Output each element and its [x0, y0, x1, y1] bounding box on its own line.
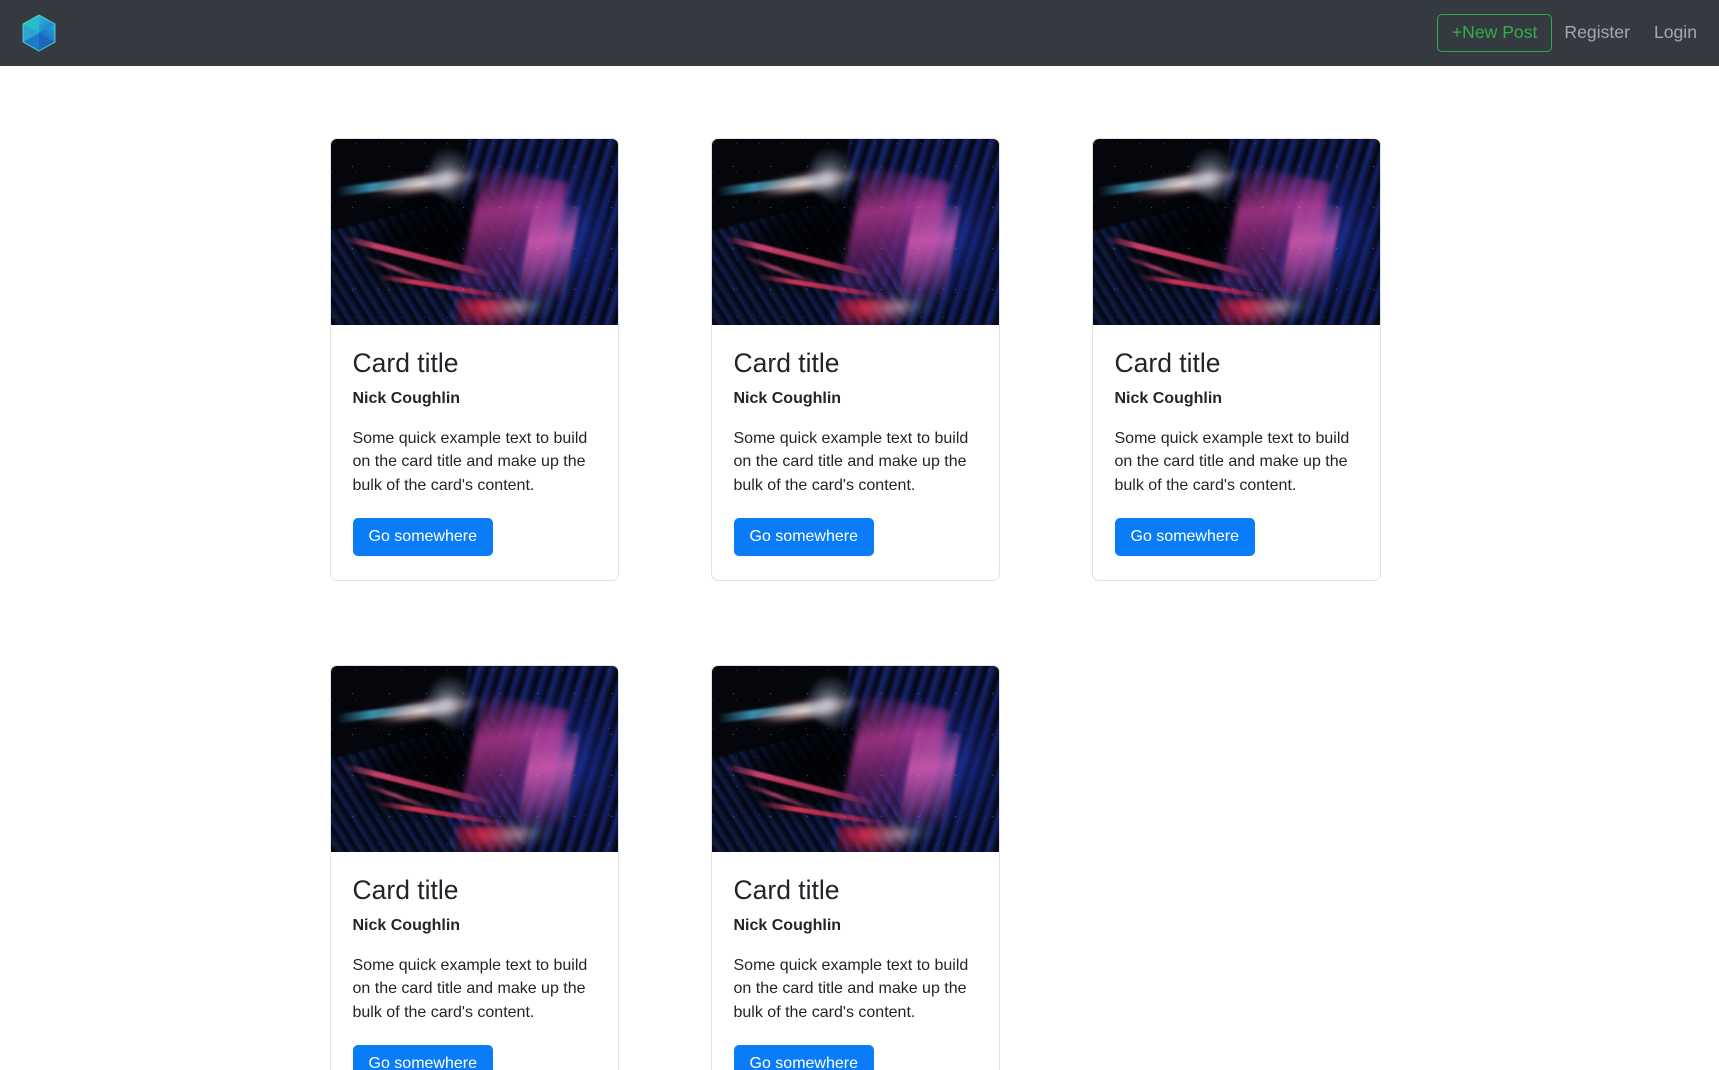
navbar-right-group: +New Post Register Login	[1436, 13, 1703, 53]
go-somewhere-button[interactable]: Go somewhere	[352, 518, 493, 557]
card-text: Some quick example text to build on the …	[352, 957, 588, 1021]
go-somewhere-button[interactable]: Go somewhere	[733, 1045, 874, 1070]
login-link[interactable]: Login	[1642, 14, 1703, 51]
card-image	[330, 666, 618, 853]
card-title: Card title	[733, 875, 840, 906]
card[interactable]: Card title Nick Coughlin Some quick exam…	[1091, 138, 1381, 582]
card-body: Card title Nick Coughlin Some quick exam…	[712, 852, 999, 1070]
page-container: Card title Nick Coughlin Some quick exam…	[0, 66, 1719, 1070]
card-title: Card title	[352, 875, 459, 906]
card-image	[711, 666, 999, 853]
card-title: Card title	[352, 348, 459, 378]
go-somewhere-button[interactable]: Go somewhere	[352, 1045, 493, 1070]
card-title: Card title	[733, 348, 840, 378]
card-author: Nick Coughlin	[352, 390, 461, 408]
card-author: Nick Coughlin	[1114, 390, 1223, 408]
card-image	[711, 139, 999, 325]
card-grid: Card title Nick Coughlin Some quick exam…	[329, 138, 1390, 1070]
go-somewhere-button[interactable]: Go somewhere	[1114, 518, 1255, 557]
icosahedron-logo-icon	[18, 12, 60, 54]
brand-logo-link[interactable]	[18, 12, 60, 54]
card-body: Card title Nick Coughlin Some quick exam…	[712, 325, 999, 580]
card-author: Nick Coughlin	[352, 917, 461, 935]
top-navbar: +New Post Register Login	[0, 0, 1719, 66]
card-body: Card title Nick Coughlin Some quick exam…	[331, 852, 618, 1070]
card-text: Some quick example text to build on the …	[352, 429, 588, 494]
card[interactable]: Card title Nick Coughlin Some quick exam…	[710, 665, 1000, 1070]
card-title: Card title	[1114, 348, 1221, 378]
card-author: Nick Coughlin	[733, 390, 842, 408]
new-post-button[interactable]: +New Post	[1436, 13, 1553, 53]
card-body: Card title Nick Coughlin Some quick exam…	[1093, 325, 1380, 580]
card-image	[1092, 139, 1380, 325]
card[interactable]: Card title Nick Coughlin Some quick exam…	[329, 138, 619, 582]
card-image	[330, 139, 618, 325]
register-link[interactable]: Register	[1552, 14, 1642, 51]
card-text: Some quick example text to build on the …	[733, 429, 969, 494]
card-text: Some quick example text to build on the …	[1114, 429, 1350, 494]
card-author: Nick Coughlin	[733, 917, 842, 935]
card-text: Some quick example text to build on the …	[733, 957, 969, 1021]
card[interactable]: Card title Nick Coughlin Some quick exam…	[710, 138, 1000, 582]
go-somewhere-button[interactable]: Go somewhere	[733, 518, 874, 557]
card[interactable]: Card title Nick Coughlin Some quick exam…	[329, 665, 619, 1070]
card-body: Card title Nick Coughlin Some quick exam…	[331, 325, 618, 580]
